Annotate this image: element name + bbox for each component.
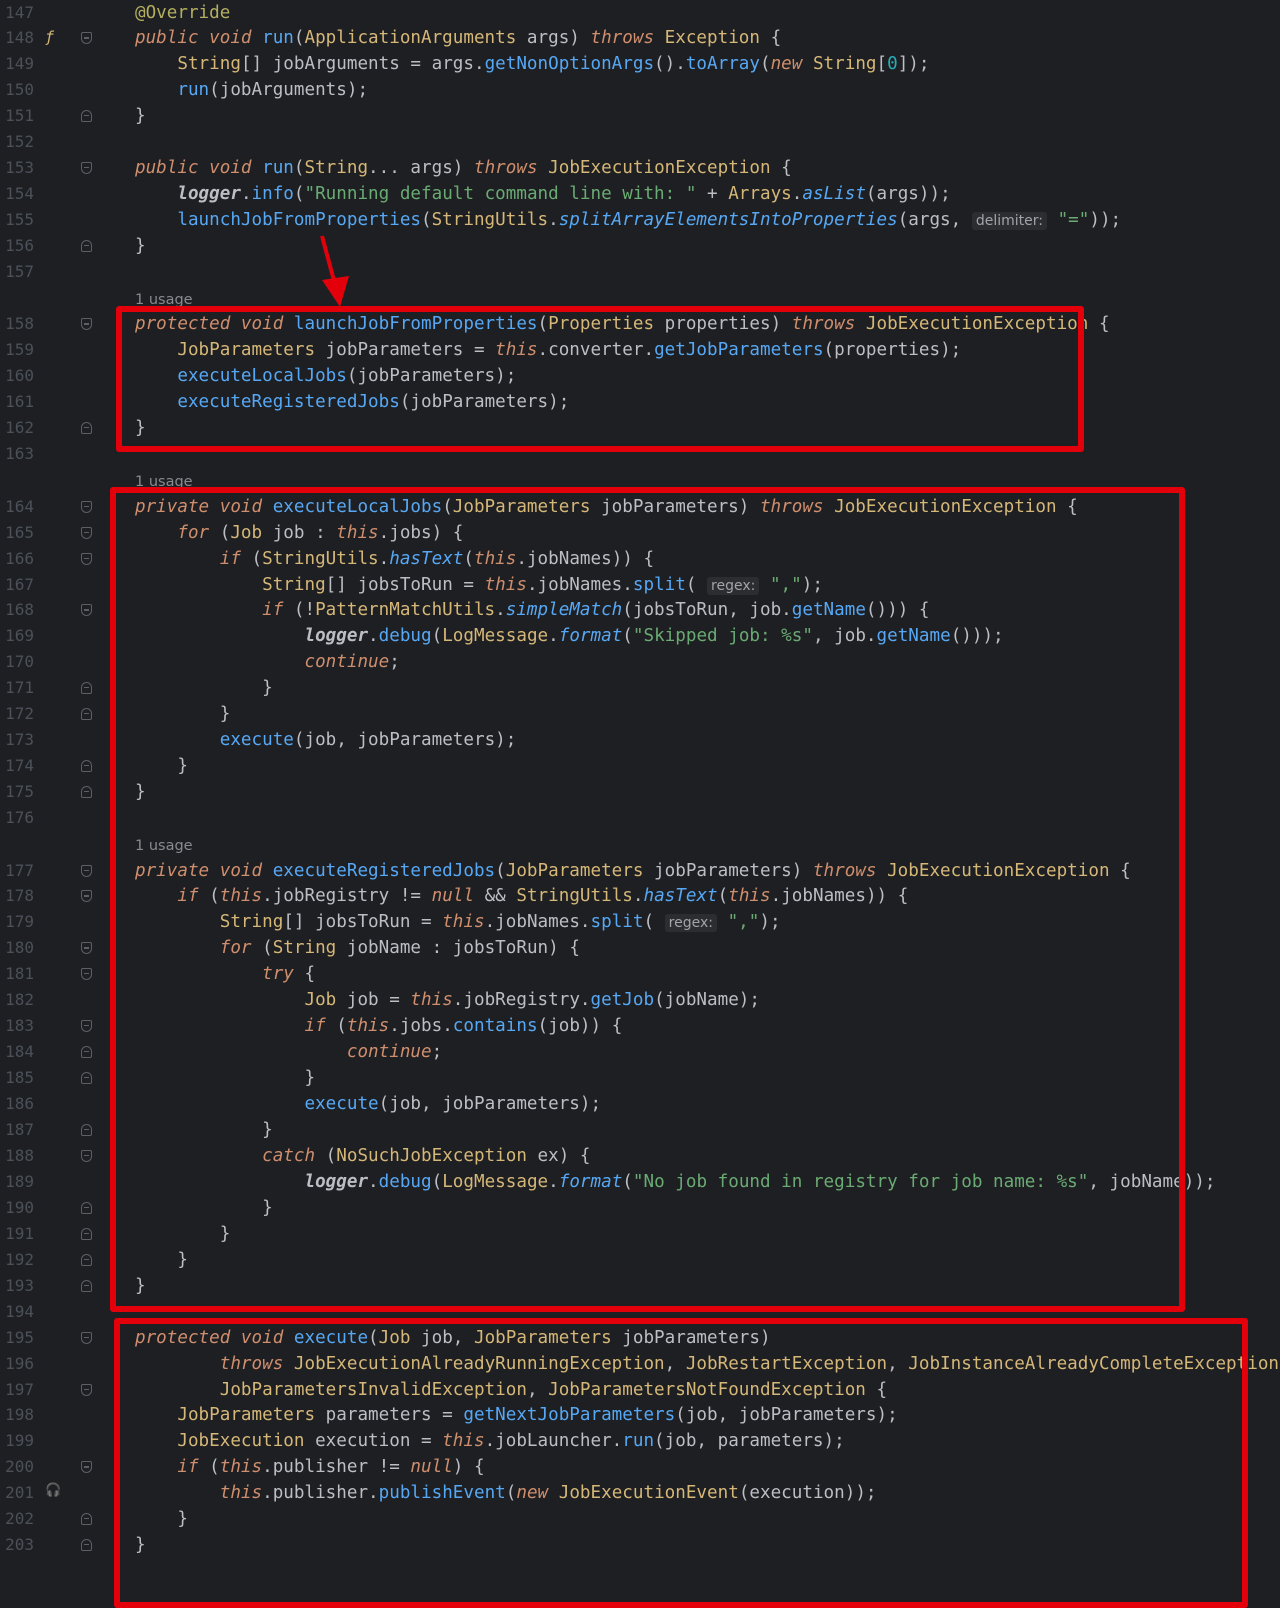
- highlight-execute-method: [114, 1318, 1248, 1608]
- highlight-launchJobFromProperties: [116, 306, 1084, 452]
- highlight-executeJobs-methods: [110, 487, 1185, 1312]
- code-editor[interactable]: 147 @Override 148 public void run(Applicati…: [0, 0, 1280, 1608]
